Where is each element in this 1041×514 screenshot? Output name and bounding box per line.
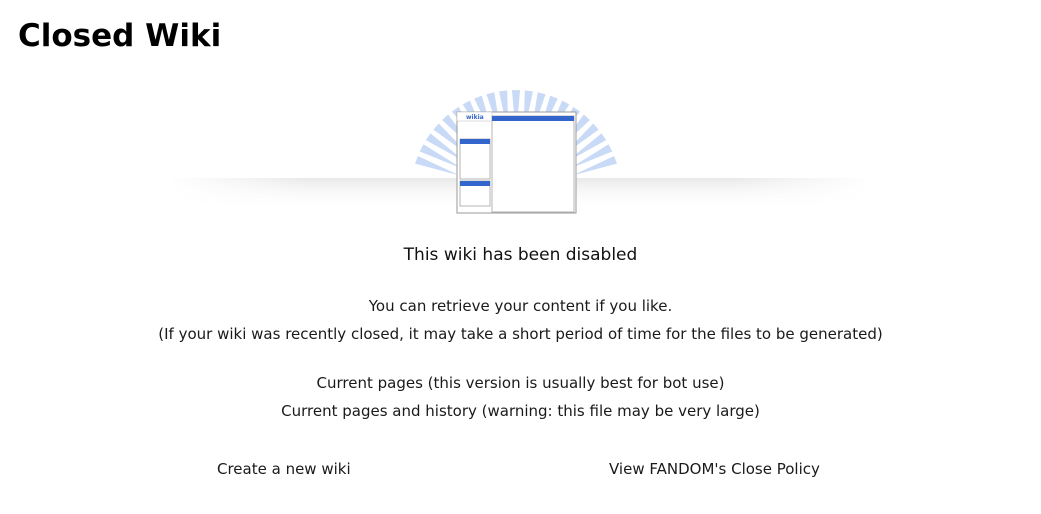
closed-wiki-illustration: wikia xyxy=(0,86,1041,216)
pages-history-download-link[interactable]: Current pages and history (warning: this… xyxy=(281,402,760,420)
close-policy-link[interactable]: View FANDOM's Close Policy xyxy=(609,460,820,478)
page-title: Closed Wiki xyxy=(18,18,222,54)
wikia-logo-text: wikia xyxy=(466,114,484,121)
generation-delay-note: (If your wiki was recently closed, it ma… xyxy=(158,325,883,343)
burst-ray xyxy=(415,155,460,176)
disabled-notice: This wiki has been disabled xyxy=(403,245,638,265)
current-pages-download-link[interactable]: Current pages (this version is usually b… xyxy=(317,374,725,392)
create-new-wiki-link[interactable]: Create a new wiki xyxy=(217,460,351,478)
wiki-window-icon: wikia xyxy=(456,111,577,214)
retrieve-content-text: You can retrieve your content if you lik… xyxy=(368,297,673,315)
pages-history-row: Current pages and history (warning: this… xyxy=(0,402,1041,420)
burst-ray xyxy=(572,155,617,176)
current-pages-row: Current pages (this version is usually b… xyxy=(0,374,1041,392)
